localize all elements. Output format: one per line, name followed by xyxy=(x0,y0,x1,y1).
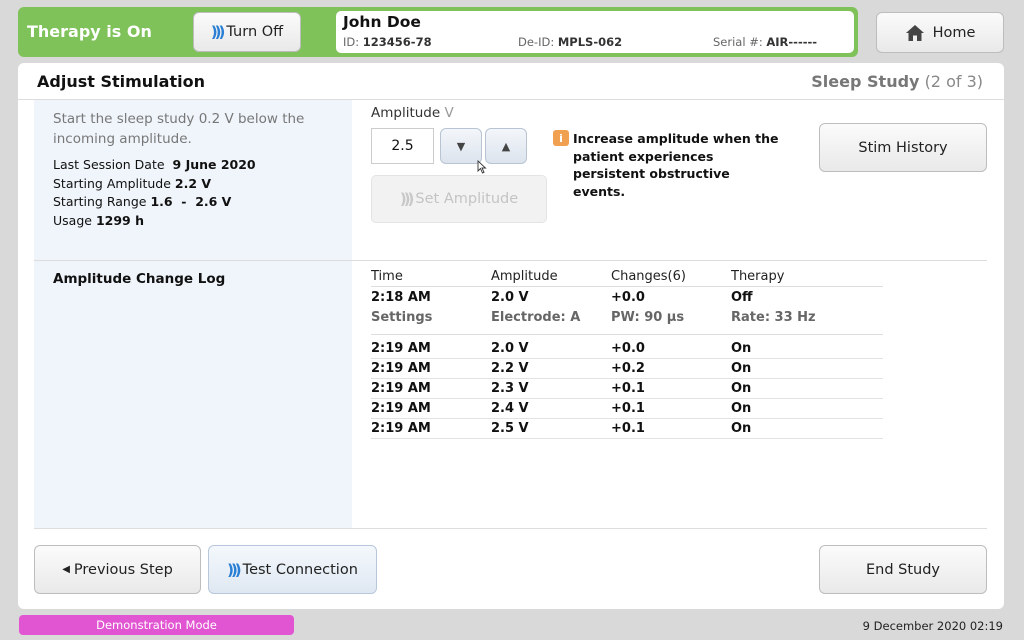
table-header-row: Time Amplitude Changes(6) Therapy xyxy=(371,266,883,286)
wireless-icon: ))) xyxy=(227,560,241,579)
bottom-divider xyxy=(34,528,987,529)
step-indicator: Sleep Study (2 of 3) xyxy=(811,72,983,91)
end-study-button[interactable]: End Study xyxy=(819,545,987,594)
info-starting-amplitude: Starting Amplitude 2.2 V xyxy=(53,176,212,191)
amplitude-hint: Increase amplitude when the patient expe… xyxy=(573,131,779,199)
previous-step-button[interactable]: ◀ Previous Step xyxy=(34,545,201,594)
amplitude-value-field[interactable]: 2.5 xyxy=(371,128,434,164)
cursor-icon xyxy=(477,160,487,174)
patient-id: ID: 123456-78 xyxy=(343,35,432,49)
table-row: 2:19 AM 2.4 V +0.1 On xyxy=(371,399,883,419)
table-row: 2:19 AM 2.0 V +0.0 On xyxy=(371,339,883,359)
table-row: 2:18 AM 2.0 V +0.0 Off xyxy=(371,289,753,305)
triangle-up-icon: ▲ xyxy=(501,139,511,153)
previous-step-label: Previous Step xyxy=(73,561,173,578)
column-header: Therapy xyxy=(731,268,785,284)
log-title: Amplitude Change Log xyxy=(53,271,226,287)
info-usage: Usage 1299 h xyxy=(53,213,144,228)
column-header: Time xyxy=(371,268,403,284)
amplitude-decrease-button[interactable]: ▼ xyxy=(440,128,482,164)
patient-name: John Doe xyxy=(343,13,421,31)
stim-history-label: Stim History xyxy=(858,139,948,156)
settings-row: Settings Electrode: A PW: 90 µs Rate: 33… xyxy=(371,309,816,325)
table-row: 2:19 AM 2.3 V +0.1 On xyxy=(371,379,883,399)
patient-deid: De-ID: MPLS-062 xyxy=(518,35,623,49)
patient-serial: Serial #: AIR------ xyxy=(713,35,818,49)
amplitude-increase-button[interactable]: ▲ xyxy=(485,128,527,164)
test-connection-label: Test Connection xyxy=(242,561,358,578)
amplitude-change-log-table: Time Amplitude Changes(6) Therapy 2:18 A… xyxy=(371,266,883,439)
table-row: 2:19 AM 2.2 V +0.2 On xyxy=(371,359,883,379)
intro-text: Start the sleep study 0.2 V below the in… xyxy=(53,111,305,147)
therapy-status-label: Therapy is On xyxy=(27,22,152,41)
column-header: Changes(6) xyxy=(611,268,686,284)
page-title: Adjust Stimulation xyxy=(37,72,205,91)
set-amplitude-button[interactable]: ))) Set Amplitude xyxy=(371,175,547,223)
table-row: 2:19 AM 2.5 V +0.1 On xyxy=(371,419,883,439)
turn-off-button[interactable]: ))) Turn Off xyxy=(193,12,301,52)
column-header: Amplitude xyxy=(491,268,558,284)
info-icon: i xyxy=(553,130,569,146)
stim-history-button[interactable]: Stim History xyxy=(819,123,987,172)
demo-mode-badge: Demonstration Mode xyxy=(19,615,294,635)
amplitude-label: Amplitude V xyxy=(371,105,454,121)
home-label: Home xyxy=(932,24,976,41)
home-button[interactable]: Home xyxy=(876,12,1004,53)
end-study-label: End Study xyxy=(865,561,941,578)
section-divider xyxy=(34,260,987,261)
test-connection-button[interactable]: ))) Test Connection xyxy=(208,545,377,594)
wireless-icon: ))) xyxy=(399,190,414,208)
set-amplitude-label: Set Amplitude xyxy=(415,191,519,207)
info-last-session: Last Session Date 9 June 2020 xyxy=(53,157,256,172)
info-starting-range: Starting Range 1.6 - 2.6 V xyxy=(53,194,232,209)
triangle-down-icon: ▼ xyxy=(456,139,466,153)
turn-off-label: Turn Off xyxy=(226,24,284,40)
triangle-left-icon: ◀ xyxy=(62,564,70,575)
wireless-icon: ))) xyxy=(210,23,225,41)
datetime-display: 9 December 2020 02:19 xyxy=(862,619,1003,633)
home-icon xyxy=(905,24,924,41)
